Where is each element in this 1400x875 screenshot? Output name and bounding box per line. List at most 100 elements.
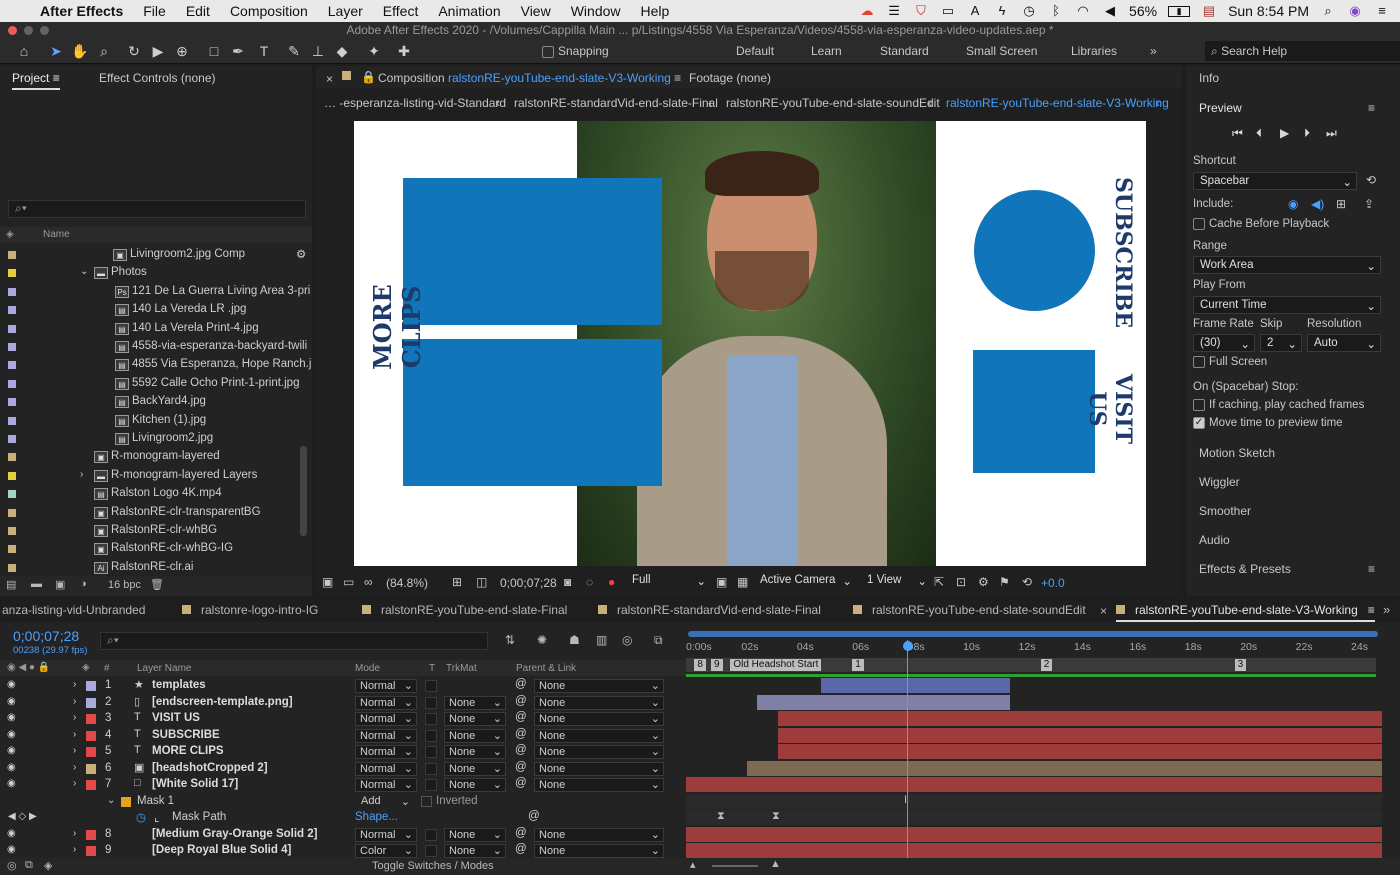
visibility-eye-icon[interactable]: ◉ — [7, 828, 16, 839]
layer-name[interactable]: [Deep Royal Blue Solid 4] — [152, 844, 291, 856]
stopwatch-icon[interactable]: ◷ — [136, 810, 146, 824]
menu-view[interactable]: View — [511, 3, 561, 19]
layer-bar[interactable] — [686, 826, 1382, 842]
camera-tool-icon[interactable]: ▶ — [148, 41, 168, 61]
shortcut-dropdown[interactable]: Spacebar ⌄ — [1193, 172, 1357, 190]
label-color-swatch[interactable] — [8, 379, 16, 388]
track-matte-dropdown[interactable]: None ⌄ — [444, 761, 506, 776]
parent-dropdown[interactable]: None ⌄ — [534, 778, 664, 792]
timeline-tab-menu-icon[interactable]: ≡ — [1368, 603, 1375, 617]
battery-icon[interactable]: ▮ — [1168, 5, 1191, 17]
track-matte-dropdown[interactable]: None ⌄ — [444, 695, 506, 710]
timeline-tab[interactable]: ralstonRE-standardVid-end-slate-Final — [598, 603, 821, 617]
layer-mode-dropdown[interactable]: Normal ⌄ — [355, 827, 417, 842]
search-help-field[interactable]: ⌕ Search Help — [1205, 41, 1400, 61]
visibility-eye-icon[interactable]: ◉ — [7, 778, 16, 789]
label-color-swatch[interactable] — [8, 398, 16, 407]
siri-icon[interactable]: ◉ — [1347, 4, 1363, 18]
last-frame-icon[interactable]: ⏭ — [1326, 126, 1337, 141]
draft-3d-toggle-icon[interactable]: ✺ — [537, 633, 547, 647]
layer-label-swatch[interactable] — [86, 747, 96, 757]
layer-mode-dropdown[interactable]: Normal ⌄ — [355, 778, 417, 792]
bluetooth-icon[interactable]: ᛒ — [1048, 4, 1064, 18]
tab-effect-controls[interactable]: Effect Controls (none) — [99, 71, 216, 85]
skip-dropdown[interactable]: 2 ⌄ — [1260, 334, 1302, 352]
project-item[interactable]: ▤ Livingroom2.jpg — [0, 430, 312, 448]
snapshot-camera-icon[interactable]: ◙ — [564, 575, 571, 589]
comp-marker[interactable]: 2 — [1040, 659, 1053, 671]
zoom-slider[interactable] — [712, 865, 758, 867]
timecode-display[interactable]: 0;00;07;28 — [13, 628, 79, 644]
label-color-swatch[interactable] — [8, 361, 16, 370]
label-color-swatch[interactable] — [8, 453, 16, 462]
region-of-interest-icon[interactable]: ▭ — [343, 575, 354, 589]
label-color-swatch[interactable] — [8, 416, 16, 425]
roto-brush-tool-icon[interactable]: ✦ — [364, 41, 384, 61]
effects-presets-menu-icon[interactable]: ≡ — [1368, 562, 1375, 576]
project-item[interactable]: ▣ RalstonRE-clr-transparentBG — [0, 504, 312, 522]
new-folder-icon[interactable]: ▬ — [31, 578, 42, 590]
comp-mini-flowchart-icon[interactable]: ⇅ — [505, 633, 515, 647]
expand-layer-icon[interactable]: › — [73, 712, 76, 723]
menu-composition[interactable]: Composition — [220, 3, 318, 19]
track-matte-dropdown[interactable]: None ⌄ — [444, 778, 506, 792]
timeline-tab[interactable]: ralstonre-logo-intro-IG — [182, 603, 318, 617]
wifi-icon[interactable]: ◠ — [1075, 4, 1091, 18]
layer-row[interactable]: ◉ › 5 T MORE CLIPS Normal ⌄ None ⌄ @ None ⌄ — [0, 744, 686, 761]
motion-blur-icon[interactable]: ◎ — [622, 633, 632, 647]
label-color-swatch[interactable] — [8, 251, 16, 259]
flag-icon[interactable]: ▤ — [1201, 4, 1217, 18]
label-color-swatch[interactable] — [8, 527, 16, 535]
menu-help[interactable]: Help — [631, 3, 680, 19]
more-tabs-icon[interactable]: » — [1383, 602, 1390, 617]
layer-label-swatch[interactable] — [86, 780, 96, 790]
layer-label-swatch[interactable] — [86, 730, 96, 741]
title-action-safe-icon[interactable]: ⊞ — [452, 575, 462, 589]
project-item[interactable]: ▣ R-monogram-layered — [0, 448, 312, 466]
timeline-tab[interactable]: ralstonRE-youTube-end-slate-Final — [362, 603, 567, 617]
resolution-dropdown[interactable]: Full ⌄ — [626, 572, 710, 590]
mask-inverted-checkbox[interactable] — [421, 795, 432, 807]
flowchart-icon[interactable]: ⚙ — [296, 247, 306, 261]
pick-whip-icon[interactable]: @ — [515, 744, 527, 756]
layer-label-swatch[interactable] — [86, 681, 96, 691]
delete-icon[interactable]: 🗑 — [150, 578, 164, 591]
wiggler-tab[interactable]: Wiggler — [1199, 475, 1240, 489]
layer-bar[interactable] — [686, 843, 1382, 858]
project-item[interactable]: Ai RalstonRE-clr.ai — [0, 559, 312, 577]
label-color-swatch[interactable] — [8, 508, 16, 517]
transparency-grid-icon[interactable]: ▦ — [737, 575, 748, 589]
bit-depth[interactable]: 16 bpc — [108, 579, 141, 591]
smoother-tab[interactable]: Smoother — [1199, 504, 1251, 518]
layer-mode-dropdown[interactable]: Normal ⌄ — [355, 679, 417, 693]
hand-tool-icon[interactable]: ✋ — [70, 41, 90, 61]
label-color-swatch[interactable] — [8, 471, 16, 480]
label-color-swatch[interactable] — [8, 287, 16, 296]
audio-tab[interactable]: Audio — [1199, 533, 1230, 547]
layer-mode-dropdown[interactable]: Color ⌄ — [355, 844, 417, 858]
layer-label-swatch[interactable] — [86, 763, 96, 774]
keyframe-icon[interactable]: ⧗ — [772, 810, 780, 823]
work-area-bar[interactable] — [688, 631, 1378, 637]
show-snapshot-icon[interactable]: ◌ — [586, 575, 593, 589]
pick-whip-icon[interactable]: @ — [515, 777, 527, 789]
mask-row[interactable]: ⌄ Mask 1 Add ⌄ Inverted — [0, 794, 686, 811]
preserve-transparency-checkbox[interactable] — [425, 713, 437, 725]
toggle-switches-modes-button[interactable]: Toggle Switches / Modes — [372, 860, 494, 872]
next-frame-icon[interactable]: ⏵ — [1304, 126, 1310, 141]
label-color-swatch[interactable] — [8, 324, 16, 333]
parent-dropdown[interactable]: None ⌄ — [534, 728, 664, 743]
always-preview-icon[interactable]: ▣ — [322, 575, 333, 589]
layer-row[interactable]: ◉ › 3 T VISIT US Normal ⌄ None ⌄ @ None ⌄ — [0, 711, 686, 728]
comp-marker[interactable]: 1 — [852, 659, 864, 671]
layer-bar[interactable] — [757, 694, 1010, 710]
frame-rate-dropdown[interactable]: (30) ⌄ — [1193, 334, 1255, 352]
workspace-libraries[interactable]: Libraries — [1071, 44, 1117, 58]
comp-marker[interactable]: 9 — [710, 659, 723, 671]
keyframe-icon[interactable]: ⧗ — [717, 810, 725, 823]
mask-color-swatch[interactable] — [121, 796, 131, 807]
mode-column-header[interactable]: Mode — [355, 663, 380, 674]
pan-behind-tool-icon[interactable]: ⊕ — [172, 41, 192, 61]
project-item[interactable]: ▤ Ralston Logo 4K.mp4 — [0, 485, 312, 503]
preserve-transparency-checkbox[interactable] — [425, 762, 437, 775]
